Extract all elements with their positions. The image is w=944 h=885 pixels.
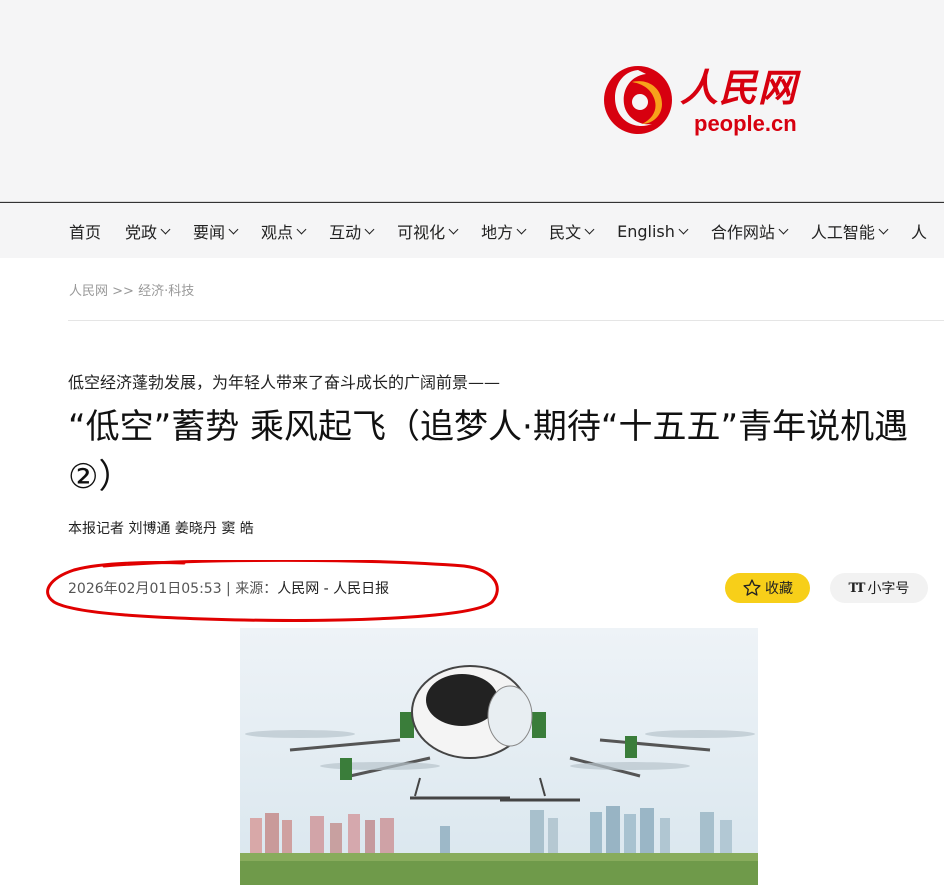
chevron-down-icon [448,224,459,234]
nav-item-label: 合作网站 [710,223,775,242]
nav-item[interactable]: 观点 [261,219,307,243]
nav-item[interactable]: 要闻 [193,219,239,243]
chevron-down-icon [778,224,789,234]
nav-item-label: 党政 [125,223,158,242]
nav-item[interactable]: 合作网站 [710,219,789,243]
text-size-icon: TT [848,580,866,596]
nav-item[interactable]: 民文 [549,219,595,243]
site-header: 人民网 people.cn [0,0,944,202]
nav-item-label: 观点 [261,223,294,242]
breadcrumb: 人民网 >> 经济·科技 [69,280,194,299]
nav-item[interactable]: 首页 [69,219,101,243]
nav-list: 首页 党政 要闻 观点 互动 可视化 地方 民文 English 合作网站 人工智能 人 [69,203,944,259]
article-author: 本报记者 刘博通 姜晓丹 窦 皓 [68,521,254,537]
evtol-aircraft-photo [240,628,758,885]
font-size-button[interactable]: TT 小字号 [830,573,928,603]
divider [68,320,944,321]
nav-item[interactable]: 人 [911,219,927,243]
nav-item[interactable]: English [617,221,689,241]
favorite-label: 收藏 [765,581,793,597]
nav-item[interactable]: 党政 [125,219,171,243]
article-subtitle: 低空经济蓬勃发展，为年轻人带来了奋斗成长的广阔前景—— [68,373,501,392]
breadcrumb-home-link[interactable]: 人民网 [69,284,108,299]
article-photo [240,628,758,885]
red-annotation-circle [46,560,499,622]
nav-item[interactable]: 互动 [329,219,375,243]
nav-item-label: English [617,221,675,241]
logo-chinese-text: 人民网 [680,65,798,110]
nav-item-label: 民文 [549,223,582,242]
nav-item-label: 首页 [69,223,102,242]
main-nav: 首页 党政 要闻 观点 互动 可视化 地方 民文 English 合作网站 人工智能 人 [0,202,944,258]
chevron-down-icon [364,224,375,234]
breadcrumb-separator: >> [108,284,139,299]
star-icon [743,579,761,596]
chevron-down-icon [228,224,239,234]
favorite-button[interactable]: 收藏 [725,573,810,603]
nav-item-label: 地方 [481,223,514,242]
nav-item[interactable]: 可视化 [397,219,459,243]
nav-item-label: 人工智能 [810,223,875,242]
nav-item-label: 要闻 [193,223,226,242]
nav-item-label: 互动 [329,223,362,242]
logo-emblem-icon [604,66,672,134]
nav-item[interactable]: 人工智能 [810,219,889,243]
chevron-down-icon [516,224,527,234]
nav-item-label: 可视化 [397,223,446,242]
logo-english-text: people.cn [694,111,797,136]
chevron-down-icon [878,224,889,234]
chevron-down-icon [678,224,689,234]
nav-item-label: 人 [910,223,927,242]
font-size-label: 小字号 [867,581,910,597]
chevron-down-icon [584,224,595,234]
chevron-down-icon [160,224,171,234]
breadcrumb-section-link[interactable]: 经济·科技 [138,284,194,299]
people-cn-logo[interactable]: 人民网 people.cn [602,55,822,140]
nav-item[interactable]: 地方 [481,219,527,243]
article-title: “低空”蓄势 乘风起飞（追梦人·期待“十五五”青年说机遇②） [68,407,909,497]
chevron-down-icon [296,224,307,234]
